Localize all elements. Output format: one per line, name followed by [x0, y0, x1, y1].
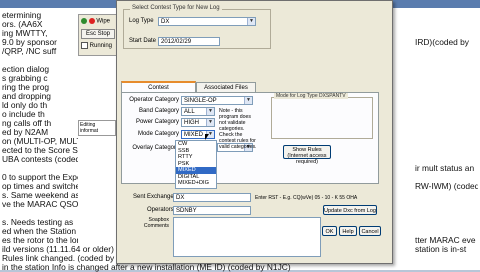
cabrillo-group: Mode for Log Type DXSPANTV: [271, 93, 373, 139]
side-panel: Wipe Esc Stop Running: [78, 14, 118, 56]
checkbox-box[interactable]: [81, 42, 88, 49]
tab-associated-files[interactable]: Associated Files: [196, 82, 256, 92]
log-type-label: Log Type: [129, 18, 154, 24]
update-from-log-button[interactable]: Update Dxc from Log: [323, 205, 377, 215]
wipe-row[interactable]: Wipe: [81, 18, 110, 25]
operator-category-label: Operator Category: [129, 97, 179, 103]
start-date-label: Start Date: [129, 38, 157, 44]
cabrillo-legend: Mode for Log Type DXSPANTV: [274, 93, 348, 99]
show-rules-button[interactable]: Show Rules (Internet access required): [283, 145, 331, 165]
chevron-down-icon[interactable]: ▼: [247, 18, 255, 25]
power-category-combo[interactable]: HIGH ▼: [181, 118, 215, 127]
band-category-combo[interactable]: ALL ▼: [181, 107, 215, 116]
chevron-down-icon[interactable]: ▼: [206, 108, 214, 115]
background-text-line: ir mult status an: [415, 163, 475, 173]
background-text-line: station is in-st: [415, 244, 467, 254]
operator-category-combo[interactable]: SINGLE-OP ▼: [181, 96, 253, 105]
mode-dropdown-list[interactable]: CW SSB RTTY PSK MIXED DIGITAL MIXED+DIG: [175, 140, 217, 189]
soapbox-label: Soapbox Comments: [143, 217, 169, 229]
red-status-icon: [88, 18, 95, 24]
operators-label: Operators: [147, 207, 174, 213]
mode-category-label: Mode Category: [137, 131, 179, 137]
ok-button[interactable]: OK: [322, 226, 337, 236]
running-checkbox[interactable]: Running: [81, 42, 112, 49]
green-status-icon: [81, 18, 87, 24]
status-strip: Editing informat: [78, 120, 116, 136]
contest-type-legend: Select Contest Type for New Log: [130, 5, 222, 11]
cancel-button[interactable]: Cancel: [359, 226, 381, 236]
operators-field[interactable]: SDNBY: [173, 206, 251, 215]
sent-exchange-field[interactable]: DX: [173, 193, 251, 202]
overlay-category-label: Overlay Category: [132, 145, 179, 151]
tab-contest[interactable]: Contest: [121, 81, 196, 92]
mode-category-combo[interactable]: MIXED ▼: [181, 130, 215, 139]
chevron-down-icon[interactable]: ▼: [206, 119, 214, 126]
start-date-field[interactable]: 2012/02/29: [158, 37, 220, 46]
mode-option-mixed-dig[interactable]: MIXED+DIG: [176, 180, 216, 187]
background-text-line: RW-IWM) (coded: [415, 181, 478, 191]
sent-exchange-label: Sent Exchange: [133, 194, 174, 200]
esc-stop-button[interactable]: Esc Stop: [81, 29, 115, 39]
soapbox-textarea[interactable]: [173, 217, 321, 257]
new-log-dialog: Select Contest Type for New Log Log Type…: [116, 0, 393, 264]
validation-note: Note - this program does not validate ca…: [219, 108, 257, 150]
chevron-down-icon[interactable]: ▼: [244, 97, 252, 104]
log-type-combo[interactable]: DX ▼: [158, 17, 256, 26]
exchange-hint: Enter RST - E.g. CQ(wVe) 05 - 10 - K 55 …: [255, 195, 358, 201]
background-text-line: UBA contests (coded by: [2, 154, 78, 164]
help-button[interactable]: Help: [339, 226, 357, 236]
background-text-line: IRD)(coded by: [415, 37, 469, 47]
band-category-label: Band Category: [138, 108, 179, 114]
background-text-line: ve the MARAC QSO Part: [2, 199, 78, 209]
background-text-line: /QRP, /NC suff: [2, 46, 57, 56]
mouse-pointer-icon: [205, 134, 209, 140]
power-category-label: Power Category: [135, 119, 179, 125]
